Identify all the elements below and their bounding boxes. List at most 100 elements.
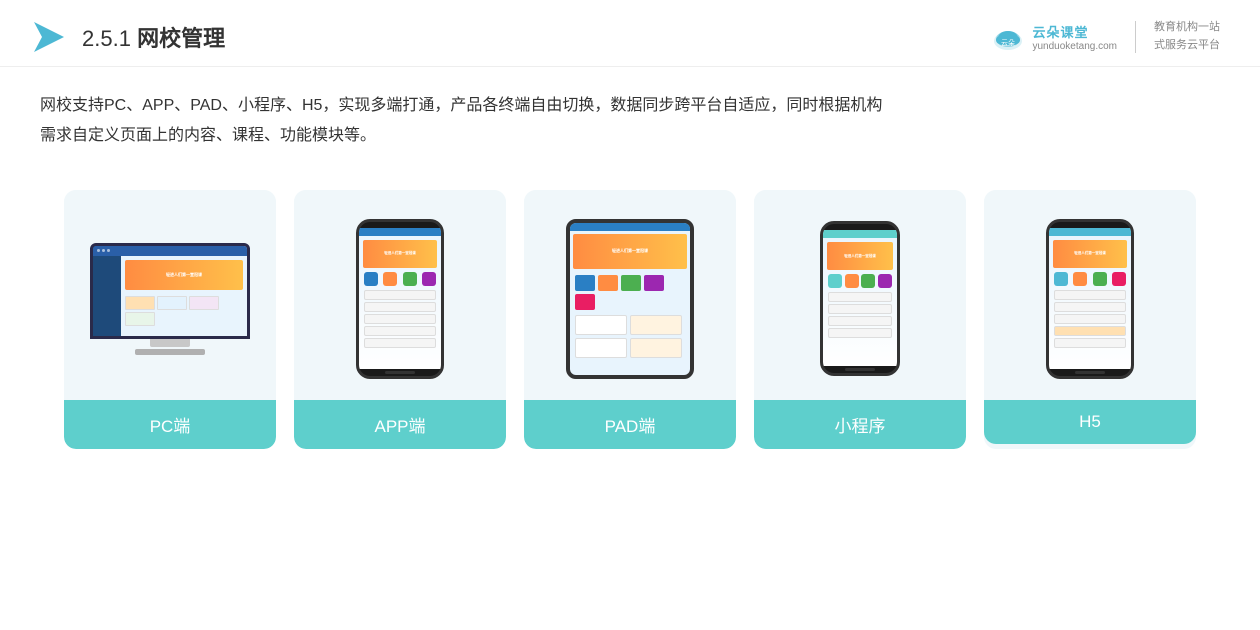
pad-icon-1 [575,275,595,291]
phone-home-bar-mini [845,368,875,371]
device-cards-container: 轻进人们第一堂冠课 [0,162,1260,469]
pc-device: 轻进人们第一堂冠课 [90,243,250,355]
svg-text:云朵: 云朵 [1001,39,1015,47]
pc-dot-1 [97,249,100,252]
pad-banner: 轻进人们第一堂冠课 [573,234,687,269]
pc-card-1 [125,296,155,310]
h5-list-item-3 [1054,314,1126,324]
mini-icon-4 [878,274,892,288]
phone-status-bar-app [359,228,441,236]
app-phone: 轻进人们第一堂冠课 [355,219,445,379]
card-miniprogram: 轻进人们第一堂冠课 [754,190,966,449]
h5-icon-1 [1054,272,1068,286]
phone-body-h5: 轻进人们第一堂冠课 [1046,219,1134,379]
pc-card-3 [189,296,219,310]
pad-screen: 轻进人们第一堂冠课 [570,223,690,375]
phone-list-item-2 [364,302,436,312]
phone-banner-text-mini: 轻进人们第一堂冠课 [844,254,876,259]
h5-label: H5 [984,400,1196,444]
pc-content-row: 轻进人们第一堂冠课 [93,256,247,336]
phone-banner-mini: 轻进人们第一堂冠课 [827,242,893,270]
phone-list-item-4 [364,326,436,336]
mini-icon-1 [828,274,842,288]
brand-area: 云朵 云朵课堂 yunduoketang.com 教育机构一站 式服务云平台 [990,19,1220,55]
brand-url: yunduoketang.com [1032,41,1117,52]
pc-banner-text: 轻进人们第一堂冠课 [166,272,202,278]
phone-list-item-1 [364,290,436,300]
phone-content-h5: 轻进人们第一堂冠课 [1049,236,1131,352]
phone-icon-1 [364,272,378,286]
header: 2.5.1 网校管理 云朵 云朵课堂 yunduoketang.com [0,0,1260,67]
pc-sidebar [93,256,121,336]
pad-cards-grid [570,313,690,360]
pad-icon-4 [644,275,664,291]
header-left: 2.5.1 网校管理 [30,18,225,56]
phone-list-h5 [1051,288,1129,350]
phone-content-mini: 轻进人们第一堂冠课 [823,238,897,342]
phone-list-app [361,288,439,350]
miniprogram-label: 小程序 [754,400,966,449]
phone-icon-2 [383,272,397,286]
app-preview: 轻进人们第一堂冠课 [294,190,506,400]
phone-notch-app [388,222,412,228]
phone-screen-h5: 轻进人们第一堂冠课 [1049,228,1131,369]
pad-card-2 [630,315,682,335]
logo-arrow-icon [30,18,68,56]
pc-label: PC端 [64,400,276,449]
pc-card-2 [157,296,187,310]
phone-notch-h5 [1078,222,1102,228]
card-pc: 轻进人们第一堂冠课 [64,190,276,449]
mini-icon-2 [845,274,859,288]
pc-dot-2 [102,249,105,252]
pc-stand [150,339,190,347]
pad-label: PAD端 [524,400,736,449]
slogan-line1: 教育机构一站 [1154,19,1220,37]
pc-card-4 [125,312,155,326]
phone-home-bar-app [385,371,415,374]
desc-line2: 需求自定义页面上的内容、课程、功能模块等。 [40,121,1220,151]
phone-content-app: 轻进人们第一堂冠课 [359,236,441,352]
pc-base [135,349,205,355]
card-app: 轻进人们第一堂冠课 [294,190,506,449]
pc-preview: 轻进人们第一堂冠课 [64,190,276,400]
phone-status-bar-h5 [1049,228,1131,236]
phone-icons-mini-row [825,272,895,290]
phone-list-mini [825,290,895,340]
h5-list-item-2 [1054,302,1126,312]
h5-list-item-4 [1054,326,1126,336]
pad-banner-text: 轻进人们第一堂冠课 [612,248,648,254]
pad-body: 轻进人们第一堂冠课 [566,219,694,379]
pad-icons-row [570,272,690,313]
phone-home-bar-h5 [1075,371,1105,374]
pad-icon-5 [575,294,595,310]
phone-icon-3 [403,272,417,286]
h5-list-item-1 [1054,290,1126,300]
h5-phone: 轻进人们第一堂冠课 [1045,219,1135,379]
page-title: 2.5.1 网校管理 [82,21,225,53]
card-h5: 轻进人们第一堂冠课 [984,190,1196,449]
pc-banner: 轻进人们第一堂冠课 [125,260,243,290]
pad-icon-3 [621,275,641,291]
card-pad: 轻进人们第一堂冠课 [524,190,736,449]
slogan-line2: 式服务云平台 [1154,37,1220,55]
phone-banner-h5: 轻进人们第一堂冠课 [1053,240,1127,268]
h5-preview: 轻进人们第一堂冠课 [984,190,1196,400]
brand-logo: 云朵 云朵课堂 yunduoketang.com [990,19,1117,55]
h5-icon-3 [1093,272,1107,286]
phone-banner-app: 轻进人们第一堂冠课 [363,240,437,268]
phone-icons-h5-row [1051,270,1129,288]
mini-list-item-2 [828,304,892,314]
phone-banner-text-h5: 轻进人们第一堂冠课 [1074,251,1106,256]
phone-status-bar-mini [823,230,897,238]
brand-text: 云朵课堂 yunduoketang.com [1032,22,1117,52]
pad-card-1 [575,315,627,335]
pad-card-4 [630,338,682,358]
phone-body-mini: 轻进人们第一堂冠课 [820,221,900,376]
pc-cards-grid [121,294,247,328]
phone-icon-4 [422,272,436,286]
brand-divider [1135,21,1136,53]
pad-card-3 [575,338,627,358]
section-number: 2.5.1 [82,26,131,51]
mini-icon-3 [861,274,875,288]
phone-body-app: 轻进人们第一堂冠课 [356,219,444,379]
